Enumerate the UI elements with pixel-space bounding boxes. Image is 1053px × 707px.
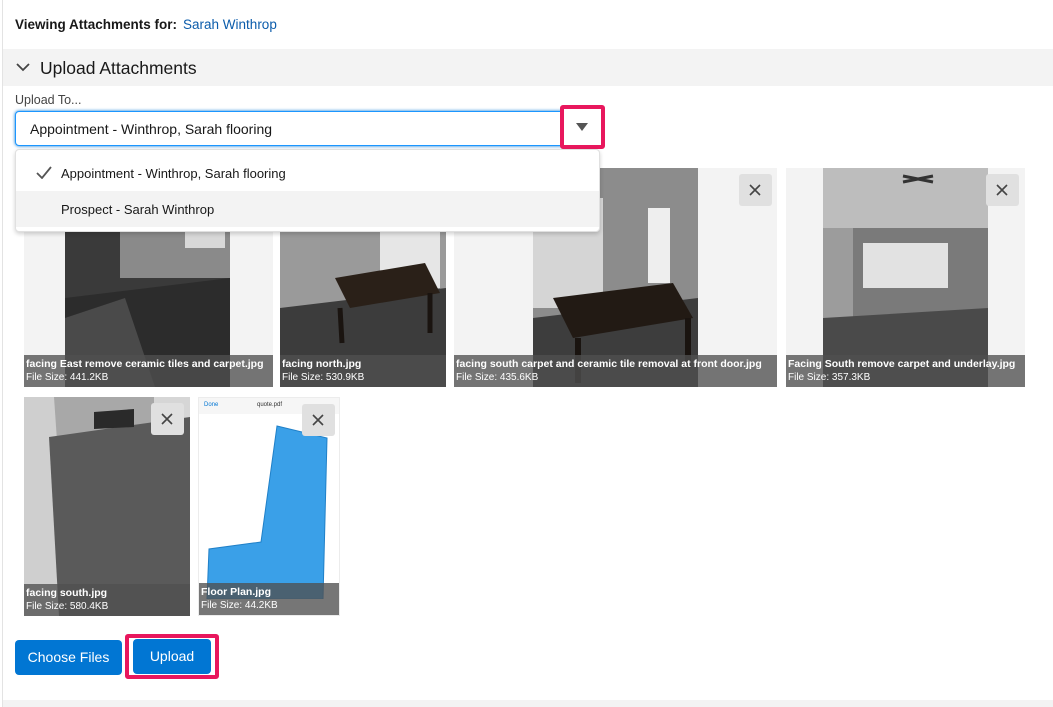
choose-files-button[interactable]: Choose Files	[15, 640, 122, 675]
upload-button-highlight: Upload	[125, 634, 219, 679]
close-icon	[312, 414, 324, 426]
upload-button[interactable]: Upload	[133, 639, 211, 674]
attachment-caption: Facing South remove carpet and underlay.…	[786, 355, 1025, 387]
panel-footer	[3, 700, 1053, 707]
remove-attachment-button[interactable]	[151, 403, 184, 435]
dropdown-option-prospect[interactable]: Prospect - Sarah Winthrop	[16, 191, 599, 227]
upload-to-dropdown-list: Appointment - Winthrop, Sarah flooring P…	[15, 149, 600, 232]
attachment-file-size: File Size: 530.9KB	[282, 372, 365, 383]
attachment-caption: facing East remove ceramic tiles and car…	[24, 355, 273, 387]
combobox-selected-value: Appointment - Winthrop, Sarah flooring	[30, 121, 273, 137]
attachment-file-size: File Size: 435.6KB	[456, 372, 539, 383]
attachment-file-size: File Size: 357.3KB	[788, 372, 871, 383]
attachment-file-name: Facing South remove carpet and underlay.…	[788, 358, 1016, 370]
dropdown-option-label: Prospect - Sarah Winthrop	[61, 202, 215, 217]
attachment-thumbnail[interactable]: Facing South remove carpet and underlay.…	[786, 168, 1025, 387]
attachment-caption: facing north.jpg File Size: 530.9KB	[280, 355, 446, 387]
attachment-file-name: facing south.jpg	[26, 587, 108, 599]
attachment-file-size: File Size: 441.2KB	[26, 372, 109, 383]
attachment-file-name: facing north.jpg	[282, 358, 362, 370]
record-name-link[interactable]: Sarah Winthrop	[183, 17, 277, 32]
check-icon	[36, 166, 52, 179]
attachment-file-size: File Size: 44.2KB	[201, 600, 278, 611]
attachment-caption: Floor Plan.jpg File Size: 44.2KB	[199, 583, 339, 615]
attachment-thumbnail[interactable]: facing south.jpg File Size: 580.4KB	[24, 397, 190, 616]
attachment-thumbnail[interactable]: Done quote.pdf Floor Plan.jpg File Size:…	[198, 397, 340, 616]
attachment-file-name: facing south carpet and ceramic tile rem…	[456, 358, 762, 370]
close-icon	[749, 184, 761, 196]
dropdown-option-appointment[interactable]: Appointment - Winthrop, Sarah flooring	[16, 155, 599, 191]
attachment-caption: facing south.jpg File Size: 580.4KB	[24, 584, 190, 616]
pdf-done-label: Done	[204, 402, 219, 408]
close-icon	[996, 184, 1008, 196]
upload-to-combobox[interactable]: Appointment - Winthrop, Sarah flooring	[15, 111, 600, 146]
floor-plan-image	[206, 425, 328, 599]
attachment-file-name: facing East remove ceramic tiles and car…	[26, 358, 264, 370]
remove-attachment-button[interactable]	[302, 404, 335, 436]
attachment-file-size: File Size: 580.4KB	[26, 601, 109, 612]
section-title: Upload Attachments	[40, 58, 197, 78]
viewing-attachments-header: Viewing Attachments for: Sarah Winthrop	[15, 17, 277, 32]
attachment-file-name: Floor Plan.jpg	[201, 586, 271, 598]
viewing-label: Viewing Attachments for:	[15, 17, 178, 32]
combobox-dropdown-button[interactable]	[560, 105, 605, 149]
close-icon	[161, 413, 173, 425]
remove-attachment-button[interactable]	[739, 174, 772, 206]
pdf-title-label: quote.pdf	[257, 402, 283, 408]
chevron-down-icon	[16, 63, 30, 72]
upload-to-label: Upload To...	[15, 93, 82, 107]
dropdown-option-label: Appointment - Winthrop, Sarah flooring	[61, 166, 286, 181]
attachment-caption: facing south carpet and ceramic tile rem…	[454, 355, 777, 387]
upload-attachments-section-header[interactable]: Upload Attachments	[3, 49, 1053, 86]
caret-down-icon	[576, 123, 588, 131]
remove-attachment-button[interactable]	[986, 174, 1019, 206]
